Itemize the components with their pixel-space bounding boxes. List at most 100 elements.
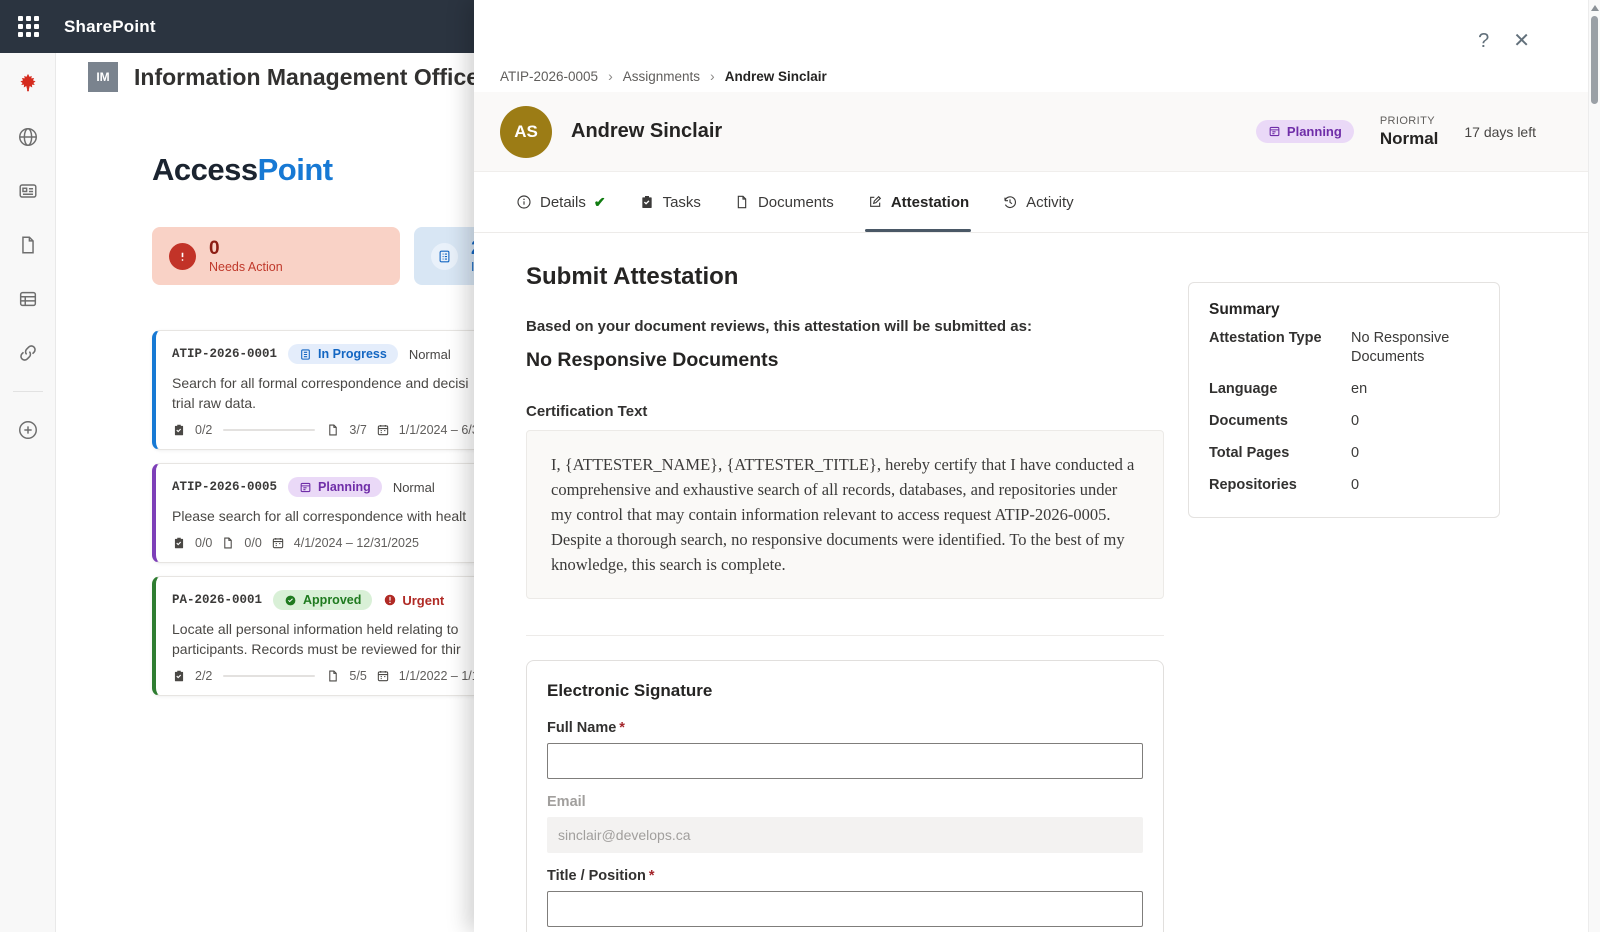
status-badge: Approved <box>273 590 372 610</box>
page-icon <box>221 536 235 550</box>
assignee-header: AS Andrew Sinclair Planning PRIORITY Nor… <box>474 92 1600 172</box>
accesspoint-logo: AccessPoint <box>152 152 333 188</box>
app-launcher-button[interactable] <box>0 0 56 53</box>
site-title[interactable]: Information Management Office <box>134 64 479 91</box>
electronic-signature-card: Electronic Signature Full Name* Email Ti… <box>526 660 1164 932</box>
chevron-right-icon: › <box>710 68 715 84</box>
date-range: 4/1/2024 – 12/31/2025 <box>294 536 419 550</box>
tab-attestation[interactable]: Attestation <box>867 172 969 232</box>
title-position-input[interactable] <box>547 891 1143 927</box>
attestation-intro: Based on your document reviews, this att… <box>526 318 1164 335</box>
calendar-icon <box>271 536 285 550</box>
attestation-section: Submit Attestation Based on your documen… <box>526 263 1164 932</box>
days-left: 17 days left <box>1464 124 1536 140</box>
summary-row: Attestation Type No Responsive Documents <box>1209 329 1479 367</box>
email-input <box>547 817 1143 853</box>
waffle-icon <box>18 16 39 37</box>
tab-activity[interactable]: Activity <box>1002 172 1074 232</box>
link-icon[interactable] <box>16 341 40 365</box>
assignee-name: Andrew Sinclair <box>571 120 722 143</box>
breadcrumb-current: Andrew Sinclair <box>725 69 827 84</box>
scroll-up-arrow-icon[interactable] <box>1591 5 1599 11</box>
docs-count: 0/0 <box>244 536 261 550</box>
attestation-determination: No Responsive Documents <box>526 349 1164 372</box>
table-icon[interactable] <box>16 287 40 311</box>
close-icon[interactable]: ✕ <box>1513 30 1530 52</box>
request-meta: 0/0 0/0 4/1/2024 – 12/31/2025 <box>172 536 495 550</box>
summary-row: Repositories 0 <box>1209 476 1479 495</box>
request-meta: 0/2 3/7 1/1/2024 – 6/30/2 <box>172 423 495 437</box>
brand-point: Point <box>258 152 333 187</box>
request-id: PA-2026-0001 <box>172 593 262 607</box>
request-meta: 2/2 5/5 1/1/2022 – 1/15/2 <box>172 669 495 683</box>
assignment-detail-panel: ? ✕ ATIP-2026-0005 › Assignments › Andre… <box>474 0 1600 932</box>
request-card[interactable]: PA-2026-0001 Approved Urgent Locate all … <box>152 576 512 696</box>
help-icon[interactable]: ? <box>1478 30 1489 52</box>
tasks-clipboard-icon <box>639 194 655 210</box>
scrollbar-thumb[interactable] <box>1591 16 1598 104</box>
check-circle-icon <box>284 594 297 607</box>
brand-access: Access <box>152 152 258 187</box>
stat-needs-action[interactable]: 0 Needs Action <box>152 227 400 285</box>
maple-leaf-icon[interactable] <box>16 71 40 95</box>
section-divider <box>526 635 1164 636</box>
tab-documents[interactable]: Documents <box>734 172 834 232</box>
full-name-label: Full Name* <box>547 720 1143 736</box>
tab-tasks[interactable]: Tasks <box>639 172 701 232</box>
request-description: Search for all formal correspondence and… <box>172 373 495 413</box>
site-logo[interactable]: IM <box>88 62 118 92</box>
add-icon[interactable] <box>16 418 40 442</box>
globe-icon[interactable] <box>16 125 40 149</box>
breadcrumb-request[interactable]: ATIP-2026-0005 <box>500 69 598 84</box>
docs-count: 3/7 <box>349 423 366 437</box>
sharepoint-logo-text[interactable]: SharePoint <box>64 17 156 37</box>
panel-actions: ? ✕ <box>1478 30 1530 52</box>
progress-bar <box>223 675 315 677</box>
request-description: Please search for all correspondence wit… <box>172 506 495 526</box>
summary-card: Summary Attestation Type No Responsive D… <box>1188 282 1500 518</box>
breadcrumb-assignments[interactable]: Assignments <box>623 69 700 84</box>
priority-caption: PRIORITY <box>1380 115 1439 127</box>
page-icon <box>734 194 750 210</box>
request-card[interactable]: ATIP-2026-0005 Planning Normal Please se… <box>152 463 512 563</box>
summary-title: Summary <box>1209 301 1479 319</box>
info-icon <box>516 194 532 210</box>
calendar-icon <box>376 423 390 437</box>
tasks-clipboard-icon <box>172 536 186 550</box>
stat-label: Needs Action <box>209 260 283 274</box>
page-icon <box>326 669 340 683</box>
required-asterisk: * <box>649 868 655 884</box>
priority-value: Normal <box>1380 129 1439 149</box>
breadcrumb: ATIP-2026-0005 › Assignments › Andrew Si… <box>500 68 827 84</box>
priority-label: Normal <box>409 347 451 362</box>
progress-bar <box>223 429 315 431</box>
list-icon <box>431 243 458 270</box>
check-icon: ✔ <box>594 194 606 211</box>
planning-icon <box>299 481 312 494</box>
email-label: Email <box>547 794 1143 810</box>
tab-details[interactable]: Details ✔ <box>516 172 606 232</box>
status-badge: In Progress <box>288 344 398 364</box>
scrollbar <box>1588 0 1600 932</box>
request-description: Locate all personal information held rel… <box>172 619 495 659</box>
full-name-input[interactable] <box>547 743 1143 779</box>
priority-block: PRIORITY Normal <box>1380 115 1439 149</box>
alert-circle-icon <box>169 243 196 270</box>
list-icon <box>299 348 312 361</box>
page-icon <box>326 423 340 437</box>
tasks-count: 2/2 <box>195 669 212 683</box>
history-clock-icon <box>1002 194 1018 210</box>
screen: SharePoint IM Information Management Off… <box>0 0 1600 932</box>
request-id: ATIP-2026-0001 <box>172 347 277 361</box>
section-title: Submit Attestation <box>526 263 1164 291</box>
title-position-label: Title / Position* <box>547 868 1143 884</box>
document-icon[interactable] <box>16 233 40 257</box>
edit-icon <box>867 194 883 210</box>
tasks-count: 0/2 <box>195 423 212 437</box>
certification-label: Certification Text <box>526 403 1164 420</box>
request-card[interactable]: ATIP-2026-0001 In Progress Normal Search… <box>152 330 512 450</box>
request-id: ATIP-2026-0005 <box>172 480 277 494</box>
newspaper-icon[interactable] <box>16 179 40 203</box>
site-header: IM Information Management Office <box>88 62 479 92</box>
certification-text: I, {ATTESTER_NAME}, {ATTESTER_TITLE}, he… <box>526 430 1164 599</box>
